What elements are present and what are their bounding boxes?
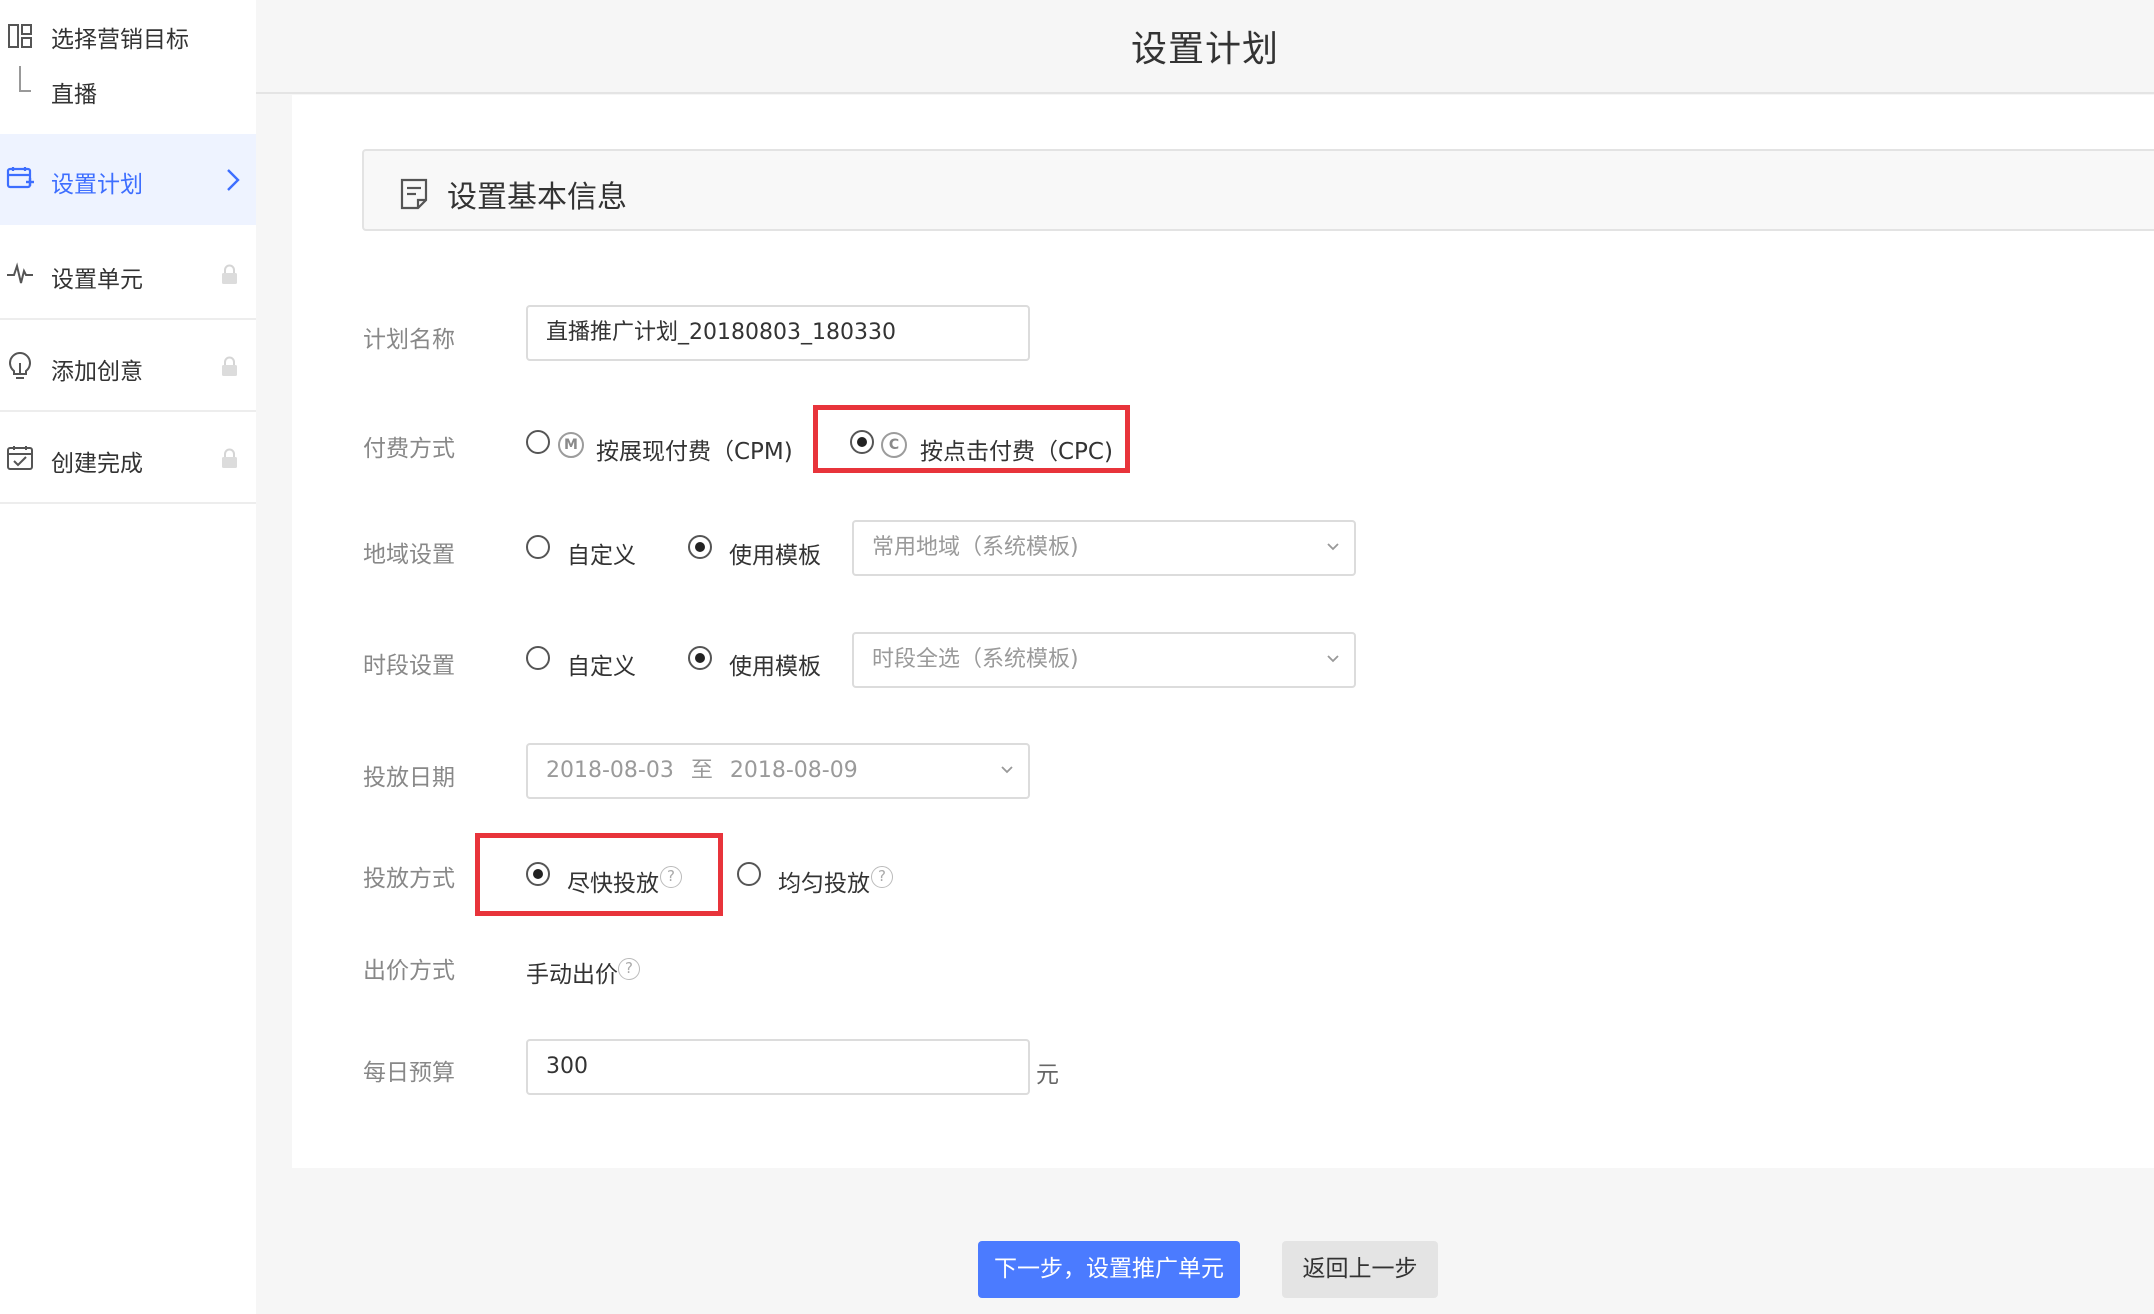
region-label: 地域设置 (363, 542, 455, 568)
time-custom-label[interactable]: 自定义 (567, 647, 636, 681)
section-header: 设置基本信息 (362, 149, 2154, 231)
marketing-goal-label[interactable]: 选择营销目标 (51, 20, 189, 54)
sidebar-item-label: 设置单元 (51, 267, 143, 293)
chevron-down-icon (1001, 766, 1013, 774)
bid-label: 出价方式 (363, 958, 455, 984)
plan-name-label: 计划名称 (363, 327, 455, 353)
next-step-button[interactable]: 下一步，设置推广单元 (978, 1241, 1240, 1298)
region-template-radio[interactable] (688, 535, 712, 559)
calendar-check-icon (7, 446, 33, 470)
help-icon[interactable]: ? (871, 866, 893, 888)
chevron-down-icon (1327, 543, 1339, 551)
date-start: 2018-08-03 (546, 758, 674, 783)
pulse-icon (7, 262, 33, 284)
delivery-label: 投放方式 (363, 866, 455, 892)
time-slot-label: 时段设置 (363, 653, 455, 679)
billing-cpm-radio[interactable] (526, 430, 550, 454)
layout-icon (8, 24, 32, 48)
bid-value: 手动出价 (526, 962, 618, 988)
date-separator: 至 (690, 758, 713, 783)
sidebar-item-add-creative[interactable]: 添加创意 (0, 321, 256, 412)
document-icon (400, 178, 428, 210)
tree-branch-line (19, 66, 31, 92)
time-template-radio[interactable] (688, 646, 712, 670)
delivery-even-label[interactable]: 均匀投放 (778, 864, 870, 898)
sidebar-item-set-plan[interactable]: 设置计划 (0, 134, 256, 225)
billing-label: 付费方式 (363, 436, 455, 462)
page-header: 设置计划 (256, 0, 2154, 94)
billing-cpm-label[interactable]: 按展现付费（CPM) (596, 432, 793, 466)
time-template-label[interactable]: 使用模板 (729, 647, 821, 681)
delivery-even-radio[interactable] (737, 862, 761, 886)
sidebar: 选择营销目标 直播 设置计划 设置单元 添加创意 创建完成 (0, 0, 256, 1314)
sidebar-item-label: 添加创意 (51, 359, 143, 385)
date-label: 投放日期 (363, 765, 455, 791)
budget-input[interactable]: 300 (526, 1039, 1030, 1095)
help-icon[interactable]: ? (618, 958, 640, 980)
time-template-select[interactable]: 时段全选（系统模板) (852, 632, 1356, 688)
region-template-label[interactable]: 使用模板 (729, 536, 821, 570)
sidebar-item-set-unit[interactable]: 设置单元 (0, 229, 256, 320)
lock-icon (222, 448, 237, 468)
section-title: 设置基本信息 (447, 180, 627, 215)
chevron-right-icon (227, 169, 240, 191)
region-custom-radio[interactable] (526, 535, 550, 559)
goal-live-label: 直播 (51, 82, 97, 108)
page-title: 设置计划 (1130, 29, 1279, 70)
plan-name-input[interactable]: 直播推广计划_20180803_180330 (526, 305, 1030, 361)
budget-label: 每日预算 (363, 1060, 455, 1086)
date-range-picker[interactable]: 2018-08-03 至 2018-08-09 (526, 743, 1030, 799)
budget-unit: 元 (1036, 1062, 1059, 1088)
date-end: 2018-08-09 (729, 758, 858, 783)
highlight-box-cpc (813, 405, 1130, 473)
region-custom-label[interactable]: 自定义 (567, 536, 636, 570)
lock-icon (222, 264, 237, 284)
region-template-select[interactable]: 常用地域（系统模板) (852, 520, 1356, 576)
time-template-value: 时段全选（系统模板) (872, 647, 1079, 672)
bulb-icon (9, 351, 31, 379)
highlight-box-fast-delivery (475, 833, 723, 916)
back-button[interactable]: 返回上一步 (1282, 1241, 1438, 1298)
region-template-value: 常用地域（系统模板) (872, 535, 1079, 560)
sidebar-item-label: 创建完成 (51, 451, 143, 477)
marketing-goal-block: 选择营销目标 直播 (0, 0, 256, 134)
sidebar-item-create-done[interactable]: 创建完成 (0, 413, 256, 504)
time-custom-radio[interactable] (526, 646, 550, 670)
sidebar-item-label: 设置计划 (51, 172, 143, 198)
lock-icon (222, 356, 237, 376)
chevron-down-icon (1327, 655, 1339, 663)
plan-icon (6, 167, 34, 189)
cpm-badge-icon: M (558, 432, 584, 458)
